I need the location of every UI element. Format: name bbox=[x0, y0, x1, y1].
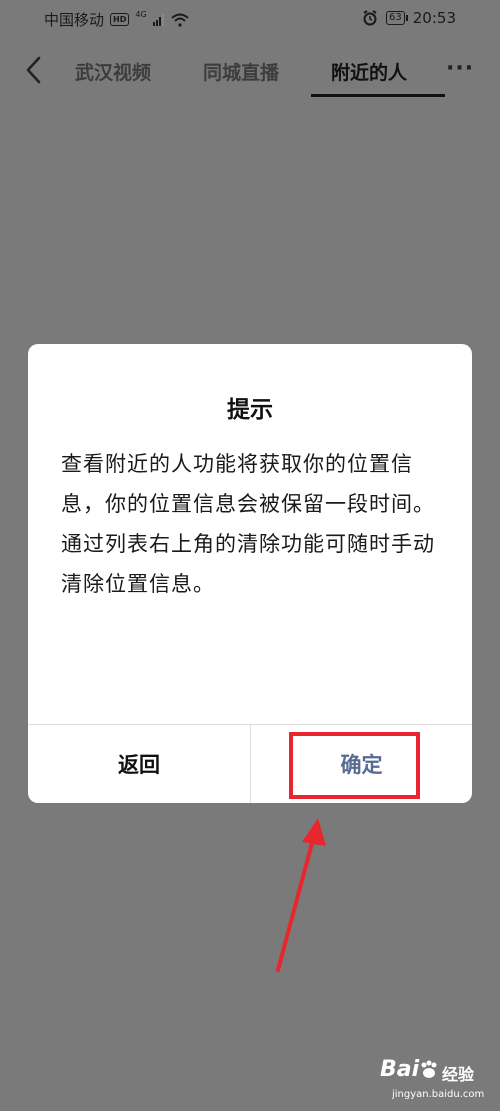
nav-bar: 武汉视频 同城直播 附近的人 ··· bbox=[0, 44, 500, 98]
signal-icon bbox=[152, 13, 164, 26]
dialog-message: 查看附近的人功能将获取你的位置信息，你的位置信息会被保留一段时间。通过列表右上角… bbox=[61, 452, 435, 596]
annotation-highlight-box bbox=[289, 732, 420, 799]
tab-city-live[interactable]: 同城直播 bbox=[203, 58, 279, 85]
watermark-logo: Bai bbox=[380, 1057, 420, 1082]
paw-icon bbox=[421, 1060, 437, 1078]
alarm-icon bbox=[363, 10, 377, 26]
annotation-arrow-icon bbox=[276, 818, 326, 972]
network-type: 4G bbox=[135, 10, 147, 19]
wifi-icon bbox=[170, 13, 189, 27]
clock: 20:53 bbox=[412, 9, 456, 27]
battery-icon: 63 bbox=[386, 11, 408, 25]
back-arrow-icon[interactable] bbox=[22, 54, 46, 86]
tab-wuhan-video[interactable]: 武汉视频 bbox=[75, 58, 151, 85]
carrier-name: 中国移动 bbox=[44, 11, 105, 29]
more-options-button[interactable]: ··· bbox=[446, 56, 474, 81]
status-left: 中国移动 HD 4G bbox=[44, 9, 189, 30]
active-tab-indicator bbox=[311, 94, 445, 97]
hd-badge: HD bbox=[110, 13, 130, 26]
status-bar: 中国移动 HD 4G 63 20:53 bbox=[0, 0, 500, 38]
watermark-text: 经验 bbox=[442, 1065, 475, 1084]
back-button[interactable]: 返回 bbox=[28, 725, 250, 803]
status-right: 63 20:53 bbox=[362, 9, 456, 27]
tab-nearby-people[interactable]: 附近的人 bbox=[331, 58, 407, 85]
baidu-jingyan-watermark: Bai 经验 jingyan.baidu.com bbox=[380, 1055, 495, 1105]
dialog-title: 提示 bbox=[227, 397, 273, 423]
watermark-url: jingyan.baidu.com bbox=[392, 1089, 485, 1100]
